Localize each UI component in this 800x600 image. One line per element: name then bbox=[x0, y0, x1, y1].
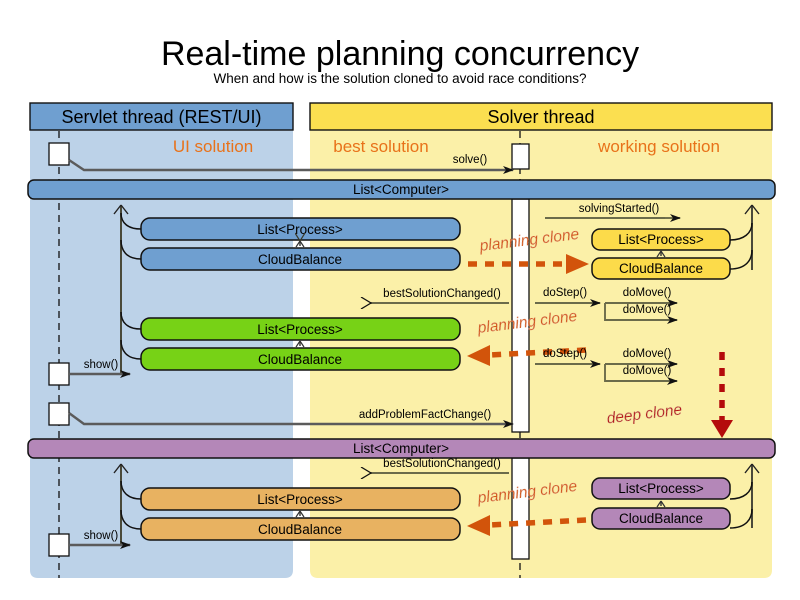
servlet-thread-header: Servlet thread (REST/UI) bbox=[29, 102, 294, 131]
page-subtitle: When and how is the solution cloned to a… bbox=[214, 71, 587, 86]
snapshot-1-list-process-label: List<Process> bbox=[257, 222, 343, 237]
snapshot-3-root-label: List<Computer> bbox=[353, 441, 449, 456]
sequence-diagram: Real-time planning concurrency When and … bbox=[27, 35, 776, 578]
message-domove-3-label: doMove() bbox=[623, 348, 672, 360]
message-show-1-label: show() bbox=[84, 359, 119, 371]
snapshot-3-root-bar: List<Computer> bbox=[27, 438, 776, 459]
snapshot-3-list-process-label: List<Process> bbox=[257, 492, 343, 507]
message-domove-2-label: doMove() bbox=[623, 304, 672, 316]
servlet-activation-factchange bbox=[48, 402, 70, 426]
message-best-solution-changed-2-label: bestSolutionChanged() bbox=[383, 458, 501, 470]
message-solve-label: solve() bbox=[453, 154, 488, 166]
message-dostep-2-label: doStep() bbox=[543, 348, 587, 360]
working-solution-label: working solution bbox=[597, 137, 720, 156]
snapshot-1-root-bar: List<Computer> bbox=[27, 179, 776, 200]
snapshot-2-list-process-label: List<Process> bbox=[257, 322, 343, 337]
message-best-solution-changed-1-label: bestSolutionChanged() bbox=[383, 288, 501, 300]
snapshot-2-cloudbalance-label: CloudBalance bbox=[258, 352, 342, 367]
snapshot-3-cloudbalance-label: CloudBalance bbox=[258, 522, 342, 537]
message-solving-started-label: solvingStarted() bbox=[579, 203, 660, 215]
message-dostep-1-label: doStep() bbox=[543, 287, 587, 299]
solver-thread-header: Solver thread bbox=[309, 102, 773, 131]
message-domove-1-label: doMove() bbox=[623, 287, 672, 299]
servlet-activation-show-2 bbox=[48, 533, 70, 557]
solver-thread-header-label: Solver thread bbox=[487, 107, 594, 127]
solver-activation-initial bbox=[511, 143, 530, 170]
ui-solution-label: UI solution bbox=[173, 137, 253, 156]
diagram-canvas: Real-time planning concurrency When and … bbox=[0, 0, 800, 600]
snapshot-1-right-list-process-label: List<Process> bbox=[618, 232, 704, 247]
solver-activation-after-fact-change bbox=[511, 457, 530, 560]
snapshot-3-right-cloudbalance-label: CloudBalance bbox=[619, 511, 703, 526]
message-show-2-label: show() bbox=[84, 530, 119, 542]
servlet-activation-show-1 bbox=[48, 362, 70, 386]
page-title: Real-time planning concurrency bbox=[161, 35, 639, 73]
servlet-thread-header-label: Servlet thread (REST/UI) bbox=[61, 107, 261, 127]
snapshot-1-cloudbalance-label: CloudBalance bbox=[258, 252, 342, 267]
servlet-activation-solve bbox=[48, 142, 70, 166]
best-solution-label: best solution bbox=[333, 137, 428, 156]
message-add-problem-fact-change-label: addProblemFactChange() bbox=[359, 409, 491, 421]
snapshot-1-root-label: List<Computer> bbox=[353, 182, 449, 197]
snapshot-1-right-cloudbalance-label: CloudBalance bbox=[619, 261, 703, 276]
message-domove-4-label: doMove() bbox=[623, 365, 672, 377]
snapshot-3-right-list-process-label: List<Process> bbox=[618, 481, 704, 496]
